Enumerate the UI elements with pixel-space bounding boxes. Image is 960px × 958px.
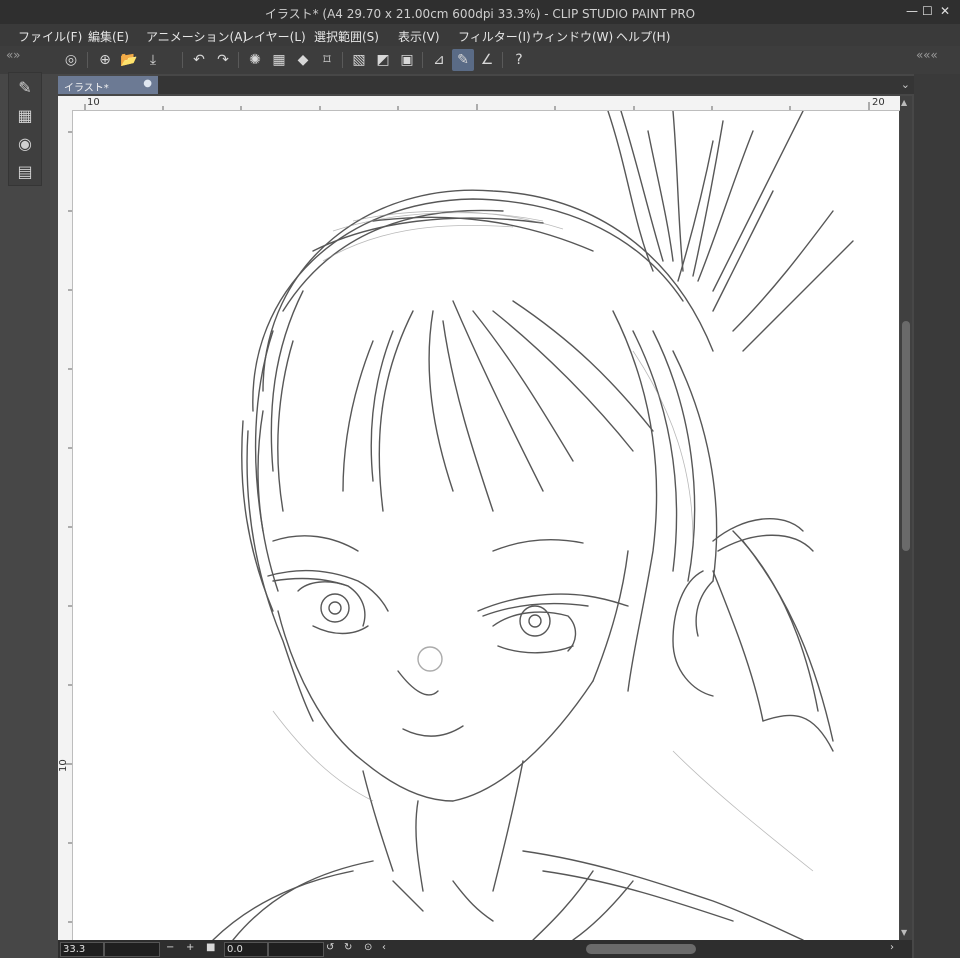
layer-palette-icon[interactable]: ▦	[13, 103, 37, 127]
pen-icon[interactable]: ✎	[13, 75, 37, 99]
fit-view-button[interactable]: ■	[206, 942, 215, 953]
menu-window[interactable]: ウィンドウ(W)	[532, 28, 613, 45]
toolbar-separator	[87, 52, 88, 68]
document-tab-label: イラスト*	[64, 83, 109, 94]
menu-view[interactable]: 表示(V)	[398, 28, 440, 45]
circle-icon[interactable]: ◉	[13, 131, 37, 155]
scroll-up-arrow-icon[interactable]: ▲	[901, 98, 907, 107]
horizontal-ruler-ticks	[84, 102, 870, 110]
title-bar: イラスト* (A4 29.70 x 21.00cm 600dpi 33.3%) …	[0, 0, 960, 24]
loading-spinner-icon[interactable]: ✺	[244, 49, 266, 71]
deselect-icon[interactable]: ▧	[348, 49, 370, 71]
rotation-field[interactable]: 0.0	[224, 942, 268, 957]
help-icon[interactable]: ?	[508, 49, 530, 71]
vertical-ruler-ticks	[64, 131, 72, 923]
toolbar-separator	[238, 52, 239, 68]
border-icon[interactable]: ▣	[396, 49, 418, 71]
right-panel-dock	[914, 74, 960, 958]
vertical-scroll-thumb[interactable]	[902, 321, 910, 551]
command-bar: « » ◎ ⊕ 📂 ⤓ ↶ ↷ ✺ ▦ ◆ ⌑ ▧ ◩ ▣ ⊿ ✎ ∠ ? « …	[0, 46, 960, 74]
sketch-artwork	[212, 111, 854, 940]
status-bar: 33.3 − + ■ 0.0 ↺ ↻ ⊙ ‹ ›	[58, 940, 912, 958]
toolbar-separator	[502, 52, 503, 68]
brush-active-icon[interactable]: ✎	[452, 49, 474, 71]
menu-selection[interactable]: 選択範囲(S)	[314, 28, 379, 45]
zoom-field[interactable]: 33.3	[60, 942, 104, 957]
stroke-icon[interactable]: ∠	[476, 49, 498, 71]
horizontal-ruler: 10 20	[58, 96, 900, 111]
reset-rotation-icon[interactable]: ⊙	[364, 942, 372, 953]
ruler-label-v10: 10	[58, 759, 69, 772]
zoom-in-button[interactable]: +	[186, 942, 194, 953]
save-icon[interactable]: ⤓	[142, 49, 164, 71]
document-tab-bar: イラスト* ● ⌄	[58, 76, 914, 94]
redo-icon[interactable]: ↷	[212, 49, 234, 71]
invert-icon[interactable]: ◩	[372, 49, 394, 71]
menu-edit[interactable]: 編集(E)	[88, 28, 129, 45]
tab-close-icon[interactable]: ●	[143, 78, 152, 89]
scroll-down-arrow-icon[interactable]: ▼	[901, 928, 907, 937]
chevron-down-icon[interactable]: ⌄	[901, 78, 910, 91]
fill-icon[interactable]: ◆	[292, 49, 314, 71]
menu-animation[interactable]: アニメーション(A)	[146, 28, 247, 45]
close-window-button[interactable]: ✕	[940, 4, 950, 18]
window-title: イラスト* (A4 29.70 x 21.00cm 600dpi 33.3%) …	[264, 7, 696, 21]
ruler-icon[interactable]: ⊿	[428, 49, 450, 71]
maximize-button[interactable]: ☐	[922, 4, 933, 18]
collapse-right-chevron-icon[interactable]: « « «	[916, 48, 938, 62]
open-folder-icon[interactable]: 📂	[118, 49, 140, 71]
ruler-label-10: 10	[87, 97, 100, 108]
horizontal-scroll-thumb[interactable]	[586, 944, 696, 954]
ruler-label-20: 20	[872, 97, 885, 108]
toolbar-separator	[342, 52, 343, 68]
scroll-right-arrow-icon[interactable]: ›	[890, 942, 894, 953]
rotate-left-icon[interactable]: ↺	[326, 942, 334, 953]
undo-icon[interactable]: ↶	[188, 49, 210, 71]
toolbar-separator	[182, 52, 183, 68]
collapse-left-chevron-icon[interactable]: « »	[6, 48, 20, 62]
drawing-canvas[interactable]	[73, 111, 899, 940]
zoom-slider[interactable]	[104, 942, 160, 957]
scroll-left-arrow-icon[interactable]: ‹	[382, 942, 386, 953]
menu-help[interactable]: ヘルプ(H)	[616, 28, 670, 45]
selection-icon[interactable]: ▦	[268, 49, 290, 71]
vertical-scrollbar[interactable]: ▲ ▼	[900, 96, 912, 940]
clip-studio-icon[interactable]: ◎	[60, 49, 82, 71]
menu-bar: ファイル(F) 編集(E) アニメーション(A) レイヤー(L) 選択範囲(S)…	[0, 24, 960, 46]
toolbar-separator	[422, 52, 423, 68]
zoom-out-button[interactable]: −	[166, 942, 174, 953]
tool-strip: ✎ ▦ ◉ ▤	[8, 72, 42, 186]
rotate-right-icon[interactable]: ↻	[344, 942, 352, 953]
menu-filter[interactable]: フィルター(I)	[458, 28, 531, 45]
transform-icon[interactable]: ⌑	[316, 49, 338, 71]
rotation-slider[interactable]	[268, 942, 324, 957]
new-file-icon[interactable]: ⊕	[94, 49, 116, 71]
minimize-button[interactable]: —	[906, 4, 918, 18]
menu-file[interactable]: ファイル(F)	[18, 28, 82, 45]
film-icon[interactable]: ▤	[13, 159, 37, 183]
menu-layer[interactable]: レイヤー(L)	[242, 28, 306, 45]
vertical-ruler: 10	[58, 110, 73, 940]
document-tab[interactable]: イラスト* ●	[58, 76, 158, 94]
